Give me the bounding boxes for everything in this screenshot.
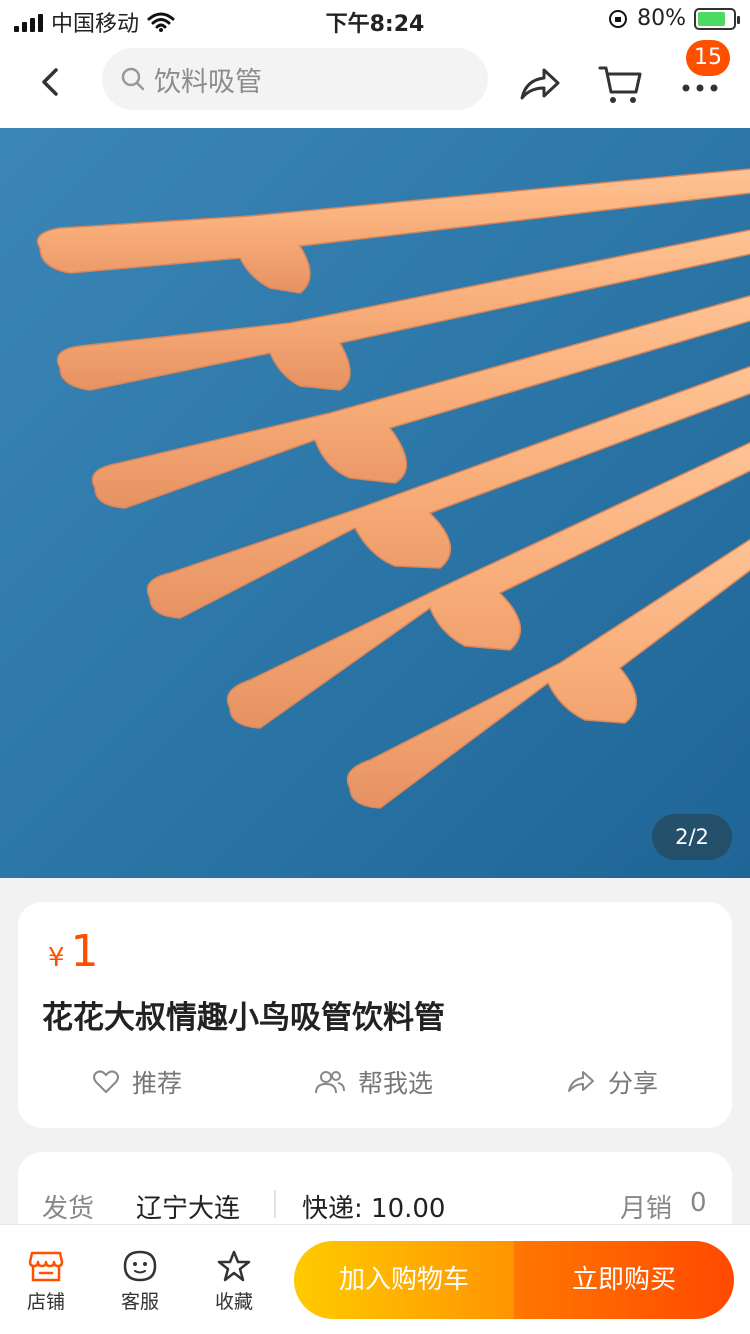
page-indicator: 2/2 (652, 814, 732, 860)
share-icon[interactable] (516, 60, 564, 108)
product-info-card: ¥ 1 花花大叔情趣小鸟吸管饮料管 推荐 帮我选 分享 (18, 902, 732, 1128)
product-title: 花花大叔情趣小鸟吸管饮料管 (42, 1000, 445, 1036)
service-icon (123, 1250, 157, 1282)
product-image-gallery[interactable]: 2/2 (0, 128, 750, 878)
share-button[interactable]: 分享 (566, 1064, 658, 1100)
search-placeholder: 饮料吸管 (154, 66, 262, 98)
nav-bar: 饮料吸管 15 (0, 40, 750, 128)
price: ¥ 1 (48, 926, 99, 977)
purchase-buttons: 加入购物车 立即购买 (294, 1241, 734, 1319)
share-icon (568, 1071, 594, 1092)
currency-symbol: ¥ (48, 943, 65, 973)
people-icon (315, 1071, 345, 1094)
product-actions: 推荐 帮我选 分享 (18, 1064, 732, 1108)
star-icon (217, 1250, 251, 1282)
add-to-cart-button[interactable]: 加入购物车 (294, 1241, 514, 1319)
help-choose-label: 帮我选 (358, 1069, 434, 1098)
notification-badge: 15 (686, 40, 730, 76)
store-label: 店铺 (26, 1291, 65, 1313)
price-value: 1 (70, 926, 99, 977)
shipping-label: 发货 (42, 1194, 95, 1224)
cart-icon[interactable] (596, 60, 644, 108)
bottom-action-bar: 店铺 客服 收藏 加入购物车 立即购买 (0, 1224, 750, 1334)
store-tab[interactable]: 店铺 (16, 1249, 76, 1314)
status-right: 80% (607, 6, 740, 31)
share-label: 分享 (608, 1069, 659, 1098)
help-choose-button[interactable]: 帮我选 (314, 1064, 433, 1100)
favorite-tab[interactable]: 收藏 (204, 1249, 264, 1314)
heart-icon (93, 1070, 119, 1093)
search-input[interactable]: 饮料吸管 (102, 48, 488, 110)
service-tab[interactable]: 客服 (110, 1249, 170, 1314)
monthly-sales-value: 0 (690, 1188, 707, 1218)
divider (274, 1190, 276, 1218)
shipping-fee: 快递: 10.00 (302, 1194, 446, 1224)
monthly-sales-label: 月销 (620, 1194, 673, 1224)
product-photo (36, 168, 750, 809)
service-label: 客服 (120, 1291, 159, 1313)
orientation-lock-icon (609, 9, 628, 28)
battery-percent: 80% (637, 6, 686, 31)
shipping-origin: 辽宁大连 (136, 1194, 241, 1224)
buy-now-button[interactable]: 立即购买 (514, 1241, 734, 1319)
battery-icon (694, 7, 740, 30)
recommend-button[interactable]: 推荐 (92, 1064, 182, 1100)
search-icon (121, 67, 145, 91)
status-bar: 中国移动 下午8:24 80% (0, 0, 750, 40)
favorite-label: 收藏 (214, 1291, 253, 1313)
store-icon (28, 1251, 64, 1282)
recommend-label: 推荐 (132, 1069, 183, 1098)
chevron-left-icon[interactable] (28, 60, 72, 104)
